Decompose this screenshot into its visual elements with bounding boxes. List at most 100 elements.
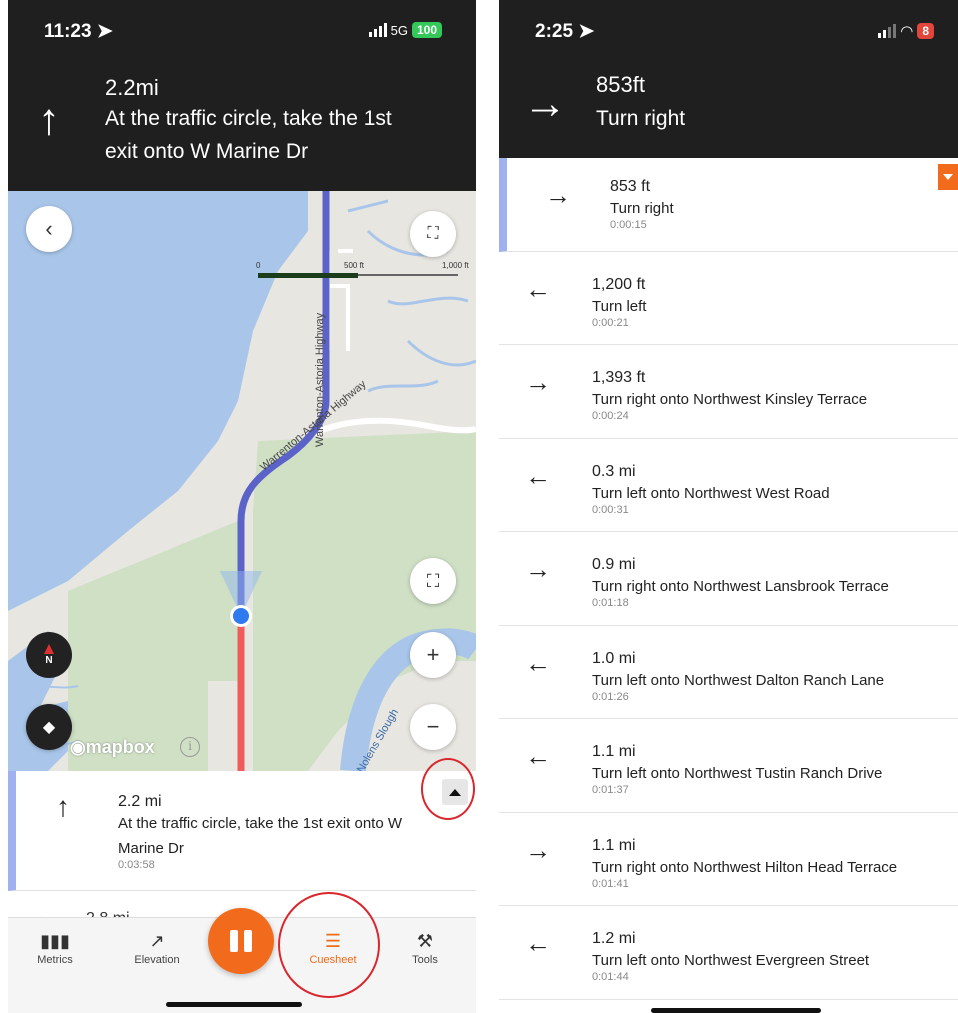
cue-distance: 1,200 ft xyxy=(592,275,646,293)
tab-metrics[interactable]: ▮▮▮ Metrics xyxy=(10,928,100,966)
tab-cuesheet-label: Cuesheet xyxy=(309,954,357,966)
left-phone-screen: 11:23 ➤ 5G 100 ↑ 2.2mi At the traffic ci… xyxy=(8,0,476,1013)
scale-label-0: 0 xyxy=(256,261,261,270)
zoom-out-button[interactable]: − xyxy=(410,704,456,750)
arrow-left-icon: ← xyxy=(525,273,551,304)
cue-row[interactable]: → 1,393 ft Turn right onto Northwest Kinsl… xyxy=(499,345,958,439)
cue-row[interactable]: ← 0.3 mi Turn left onto Northwest West Roa… xyxy=(499,438,958,532)
cue-distance: 1.1 mi xyxy=(592,743,636,760)
cue-distance: 1.1 mi xyxy=(592,836,636,854)
cue-row[interactable]: → 0.9 mi Turn right onto Northwest Lansbro… xyxy=(499,532,958,626)
battery-indicator: 100 xyxy=(411,22,442,38)
arrow-right-icon: → xyxy=(545,180,571,210)
fullscreen-icon: ⛶ xyxy=(426,570,440,591)
cue-time: 0:01:26 xyxy=(592,690,629,703)
signal-icon xyxy=(878,24,897,38)
tab-cuesheet[interactable]: ☰ Cuesheet xyxy=(288,928,378,966)
scale-label-1000: 1,000 ft xyxy=(442,261,469,270)
cue-time: 0:03:58 xyxy=(118,859,155,871)
current-cue[interactable]: ↑ 2.2 mi At the traffic circle, take the… xyxy=(8,771,476,891)
current-cue-flag[interactable] xyxy=(938,164,958,190)
cue-instruction: Turn left xyxy=(592,297,647,315)
arrow-left-icon: ← xyxy=(525,460,551,491)
right-phone-screen: 2:25 ➤ ◠ 8 → 853ft Turn right → 853 ft Tur… xyxy=(499,0,958,1013)
plus-icon: + xyxy=(426,642,440,667)
road-label-vertical: Warrenton-Astoria Highway xyxy=(314,312,326,447)
arrow-up-icon: ↑ xyxy=(38,95,60,144)
cue-row[interactable]: ← 1,200 ft Turn left 0:00:21 xyxy=(499,251,958,345)
location-arrow-icon: ➤ xyxy=(96,21,113,42)
cue-row[interactable]: → 1.1 mi Turn right onto Northwest Hilton … xyxy=(499,812,958,906)
cue-instruction: Turn right onto Northwest Hilton Head Te… xyxy=(592,858,898,876)
arrow-right-icon: → xyxy=(523,79,567,128)
attribution-info-button[interactable]: i xyxy=(180,737,200,757)
cue-time: 0:01:37 xyxy=(592,784,629,796)
tab-elevation-label: Elevation xyxy=(134,954,180,966)
caret-up-icon xyxy=(449,788,461,796)
compass-button[interactable]: N xyxy=(26,632,72,678)
arrow-left-icon: ← xyxy=(525,741,551,771)
cue-panel: ↑ 2.2 mi At the traffic circle, take the… xyxy=(8,771,476,1013)
location-arrow-icon: ➤ xyxy=(578,21,595,42)
cue-instruction: Turn right onto Northwest Kinsley Terrac… xyxy=(592,391,868,408)
status-time: 11:23 ➤ xyxy=(44,21,113,42)
signal-icon xyxy=(368,23,387,37)
cue-time: 0:00:15 xyxy=(610,219,647,231)
bottom-tab-bar: ▮▮▮ Metrics ↗ Elevation ☰ Cuesheet ⚒ Too… xyxy=(8,908,476,1013)
cue-time: 0:01:44 xyxy=(592,971,629,983)
tab-elevation[interactable]: ↗ Elevation xyxy=(112,928,202,966)
fit-route-button[interactable]: ⛶ xyxy=(410,558,456,604)
elevation-icon: ↗ xyxy=(149,931,165,951)
cue-row[interactable]: ← 1.0 mi Turn left onto Northwest Dalton R… xyxy=(499,625,958,719)
status-time: 2:25 ➤ xyxy=(535,21,595,42)
zoom-in-button[interactable]: + xyxy=(410,632,456,678)
arrow-left-icon: ← xyxy=(525,928,551,958)
cue-instruction: Turn left onto Northwest West Road xyxy=(592,484,830,502)
status-icons: 5G 100 xyxy=(368,22,442,38)
cue-row[interactable]: ← 1.2 mi Turn left onto Northwest Evergree… xyxy=(499,906,958,1000)
tab-tools[interactable]: ⚒ Tools xyxy=(380,928,470,966)
network-label: 5G xyxy=(390,22,408,38)
pause-icon xyxy=(230,930,238,952)
mapbox-logo: ◉mapbox xyxy=(70,737,155,757)
arrow-right-icon: → xyxy=(525,367,551,397)
banner-instruction: Turn right xyxy=(596,107,686,130)
pause-button[interactable] xyxy=(208,908,274,974)
status-icons: ◠ 8 xyxy=(878,22,934,40)
map-layers-button[interactable]: ◆ xyxy=(26,704,72,750)
map-view[interactable]: 0 500 ft 1,000 ft Warrenton-Astoria High… xyxy=(8,191,476,771)
route-options-button[interactable]: ⛶ xyxy=(410,211,456,257)
arrow-right-icon: → xyxy=(525,834,551,865)
cuesheet-list: → 853 ft Turn right 0:00:15 ← 1,200 ft Turn le… xyxy=(499,158,958,1000)
arrow-right-icon: → xyxy=(525,554,551,584)
cue-time: 0:00:21 xyxy=(592,316,629,329)
tab-metrics-label: Metrics xyxy=(37,954,73,966)
cue-row-current[interactable]: → 853 ft Turn right 0:00:15 xyxy=(499,158,958,252)
chevron-left-icon: ‹ xyxy=(45,216,53,241)
banner-distance: 2.2mi xyxy=(105,75,159,100)
arrow-left-icon: ← xyxy=(525,647,551,678)
cue-distance: 0.9 mi xyxy=(592,556,636,573)
map-canvas xyxy=(8,191,476,771)
cue-time: 0:01:41 xyxy=(592,877,629,890)
cue-instruction: Turn right onto Northwest Lansbrook Terr… xyxy=(592,578,889,595)
cue-distance: 1.2 mi xyxy=(592,930,636,947)
scale-bar xyxy=(258,273,358,278)
banner-instruction-line1: At the traffic circle, take the 1st xyxy=(105,107,392,130)
metrics-icon: ▮▮▮ xyxy=(40,931,70,951)
banner-distance: 853ft xyxy=(596,72,645,97)
compass-label: N xyxy=(45,655,53,666)
expand-cuesheet-button[interactable] xyxy=(442,779,468,805)
cue-distance: 1.0 mi xyxy=(592,649,636,667)
tab-tools-label: Tools xyxy=(412,954,438,966)
cuesheet-icon: ☰ xyxy=(324,931,342,951)
layers-icon: ◆ xyxy=(42,719,56,736)
banner-instruction-line2: exit onto W Marine Dr xyxy=(105,140,309,163)
nav-banner: → 853ft Turn right xyxy=(499,58,958,158)
cue-row[interactable]: ← 1.1 mi Turn left onto Northwest Tustin R… xyxy=(499,719,958,813)
cue-distance: 2.2 mi xyxy=(118,793,162,810)
nav-banner: ↑ 2.2mi At the traffic circle, take the … xyxy=(8,58,476,191)
route-pin-icon: ⛶ xyxy=(427,225,439,242)
pause-icon-bar xyxy=(244,930,252,952)
back-button[interactable]: ‹ xyxy=(26,206,72,252)
